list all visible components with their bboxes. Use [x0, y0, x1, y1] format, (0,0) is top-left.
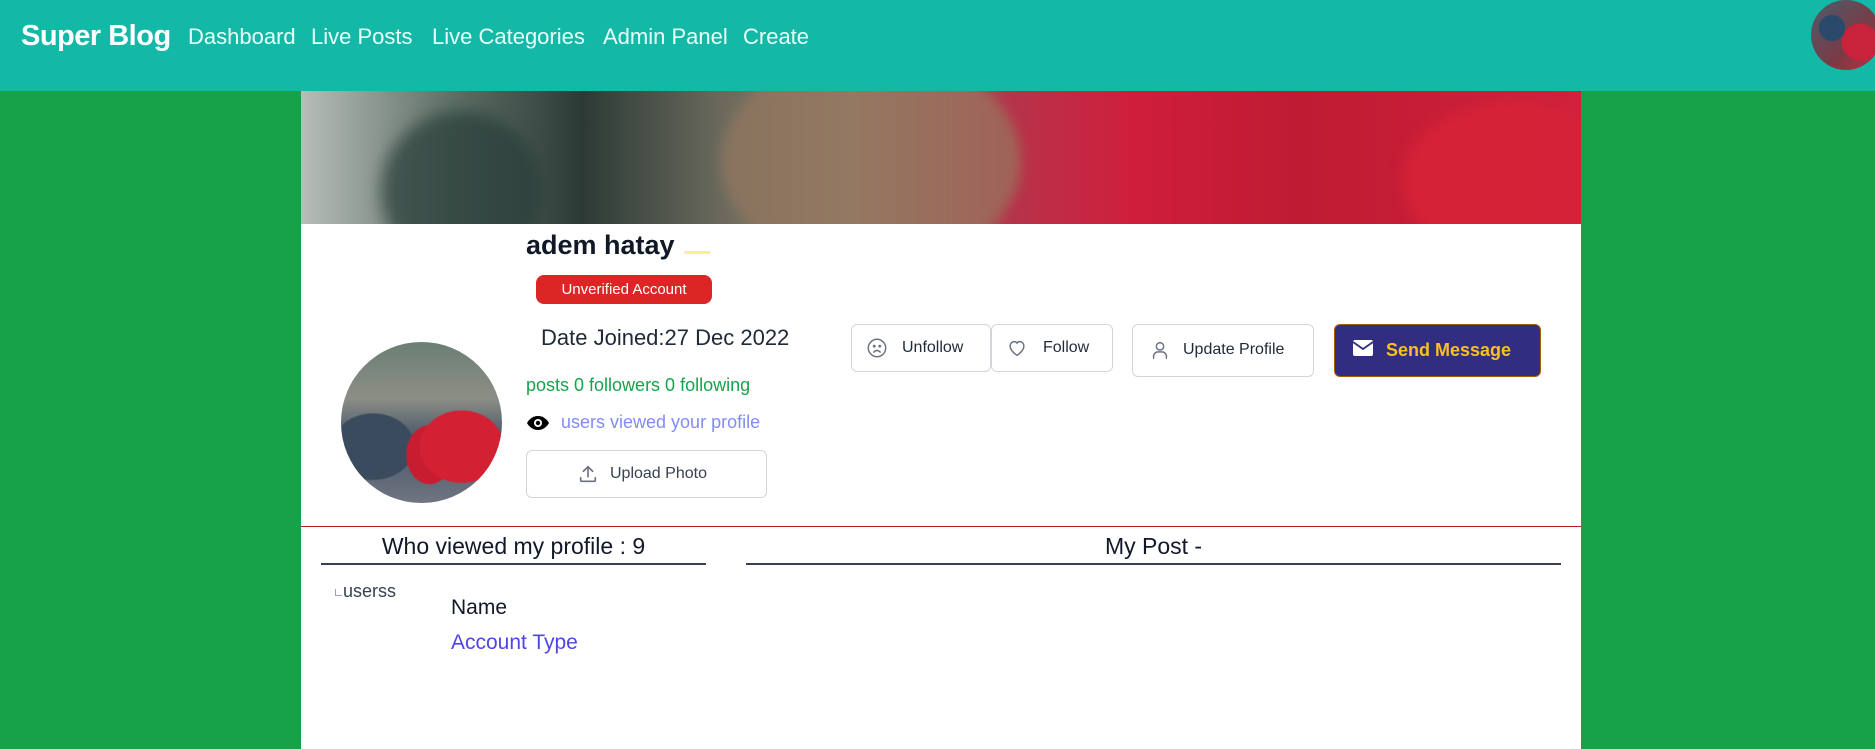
upload-photo-button[interactable]: Upload Photo — [526, 450, 767, 498]
my-post-heading: My Post - — [1104, 533, 1203, 559]
heart-icon — [1009, 340, 1025, 357]
profile-card: adem hatay Unverified Account Date Joine… — [301, 91, 1581, 749]
brand-logo[interactable]: Super Blog — [21, 20, 171, 53]
nav-link-live-posts[interactable]: Live Posts — [311, 24, 413, 50]
nav-link-dashboard[interactable]: Dashboard — [188, 24, 296, 50]
date-joined: Date Joined:27 Dec 2022 — [541, 325, 790, 350]
section-divider — [301, 526, 1581, 527]
send-message-button[interactable]: Send Message — [1334, 324, 1541, 377]
name-underline — [684, 251, 710, 254]
viewer-account-type: Account Type — [451, 631, 578, 654]
envelope-icon — [1353, 340, 1373, 356]
profile-stats: posts 0 followers 0 following — [526, 375, 751, 395]
user-icon — [1152, 341, 1168, 359]
update-profile-label: Update Profile — [1183, 341, 1285, 358]
viewed-profile-heading: Who viewed my profile : 9 — [381, 533, 646, 559]
unfollow-label: Unfollow — [902, 339, 964, 356]
sad-face-icon — [867, 338, 887, 358]
views-text: users viewed your profile — [561, 412, 761, 432]
viewed-heading-underline — [321, 563, 706, 565]
nav-user-avatar[interactable] — [1811, 0, 1875, 70]
upload-photo-label: Upload Photo — [610, 465, 707, 482]
profile-avatar — [341, 342, 502, 503]
follow-label: Follow — [1043, 339, 1090, 356]
nav-link-create[interactable]: Create — [743, 24, 809, 50]
eye-icon — [527, 416, 549, 430]
follow-button[interactable]: Follow — [991, 324, 1113, 372]
profile-name: adem hatay — [526, 230, 675, 260]
update-profile-button[interactable]: Update Profile — [1132, 324, 1314, 377]
nav-link-admin-panel[interactable]: Admin Panel — [603, 24, 728, 50]
viewer-name[interactable]: Name — [451, 596, 507, 620]
status-badge: Unverified Account — [536, 275, 712, 304]
upload-icon — [579, 465, 597, 483]
send-message-label: Send Message — [1386, 340, 1512, 360]
unfollow-button[interactable]: Unfollow — [851, 324, 991, 372]
cover-photo — [301, 91, 1581, 224]
navbar: Super Blog Dashboard Live Posts Live Cat… — [0, 0, 1875, 91]
nav-link-live-categories[interactable]: Live Categories — [432, 24, 585, 50]
post-heading-underline — [746, 563, 1561, 565]
viewer-avatar-broken-image[interactable]: userss — [335, 581, 396, 602]
